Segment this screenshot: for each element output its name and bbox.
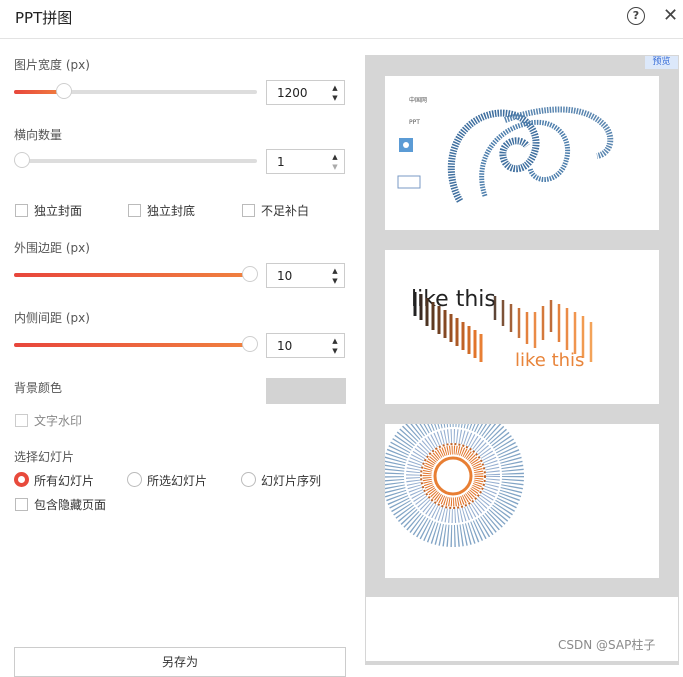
preview-slide-2: like this like this [385,250,659,404]
increment-icon[interactable]: ▲ [330,267,340,275]
include-hidden-checkbox[interactable] [15,498,28,511]
inner-spacing-value[interactable]: 10 [277,339,292,353]
width-value[interactable]: 1200 [277,86,308,100]
text-watermark-checkbox[interactable] [15,414,28,427]
slide-1-swirl-shape [447,109,540,203]
slide-sequence-radio[interactable] [241,472,256,487]
width-slider[interactable] [14,83,257,99]
slide-2-graphic: like this like this [411,287,593,371]
increment-icon[interactable]: ▲ [330,84,340,92]
inner-spacing-slider-thumb[interactable] [242,336,258,352]
width-slider-thumb[interactable] [56,83,72,99]
preview-badge: 预览 [645,56,678,69]
background-color-swatch[interactable] [266,378,346,404]
slide-2-text: like this [411,287,496,312]
slide-sequence-label: 幻灯片序列 [261,474,322,488]
independent-back-label: 独立封底 [147,204,196,218]
independent-cover-checkbox[interactable] [15,204,28,217]
independent-cover-label: 独立封面 [34,204,83,218]
slide-selection-label: 选择幻灯片 [14,450,75,464]
save-as-button[interactable]: 另存为 [14,647,346,677]
columns-label: 横向数量 [14,128,63,142]
decrement-icon[interactable]: ▼ [330,163,340,171]
slide-1-graphic: 中国网 PPT [397,96,614,203]
outer-margin-label: 外围边距 (px) [14,241,90,255]
close-icon[interactable]: ✕ [663,5,678,26]
increment-icon[interactable]: ▲ [330,337,340,345]
slide-1-subtitle: PPT [409,119,420,126]
slide-2-text-shadow: like this [515,350,584,371]
slide-1-thumbnail-icon [397,175,421,189]
preview-slide-3 [385,424,659,578]
selected-slides-label: 所选幻灯片 [147,474,208,488]
outer-margin-value[interactable]: 10 [277,269,292,283]
inner-spacing-stepper[interactable]: 10 ▲ ▼ [266,333,345,358]
columns-stepper[interactable]: 1 ▲ ▼ [266,149,345,174]
preview-slide-1: 中国网 PPT [385,76,659,230]
outer-margin-slider[interactable] [14,266,258,282]
title-bar: PPT拼图 ? ✕ [0,0,683,39]
width-stepper[interactable]: 1200 ▲ ▼ [266,80,345,105]
columns-value[interactable]: 1 [277,155,285,169]
background-color-label: 背景颜色 [14,381,63,395]
increment-icon[interactable]: ▲ [330,153,340,161]
inner-spacing-slider-fill [14,343,250,347]
all-slides-radio[interactable] [14,472,29,487]
slide-3-graphic [385,424,524,547]
outer-margin-stepper[interactable]: 10 ▲ ▼ [266,263,345,288]
fill-blank-label: 不足补白 [261,204,310,218]
help-icon[interactable]: ? [627,7,645,25]
decrement-icon[interactable]: ▼ [330,94,340,102]
save-as-label: 另存为 [161,655,198,669]
inner-spacing-slider[interactable] [14,336,258,352]
inner-spacing-label: 内侧间距 (px) [14,311,90,325]
columns-slider-thumb[interactable] [14,152,30,168]
footer-watermark: CSDN @SAP柱子 [558,638,656,652]
fill-blank-checkbox[interactable] [242,204,255,217]
text-watermark-label: 文字水印 [34,414,83,428]
outer-margin-slider-thumb[interactable] [242,266,258,282]
slide-1-title: 中国网 [409,96,427,104]
independent-back-checkbox[interactable] [128,204,141,217]
width-label: 图片宽度 (px) [14,58,90,72]
window-title: PPT拼图 [15,9,73,27]
outer-margin-slider-fill [14,273,250,277]
columns-slider[interactable] [14,152,257,168]
decrement-icon[interactable]: ▼ [330,347,340,355]
decrement-icon[interactable]: ▼ [330,277,340,285]
include-hidden-label: 包含隐藏页面 [34,498,107,512]
selected-slides-radio[interactable] [127,472,142,487]
all-slides-label: 所有幻灯片 [34,474,95,488]
